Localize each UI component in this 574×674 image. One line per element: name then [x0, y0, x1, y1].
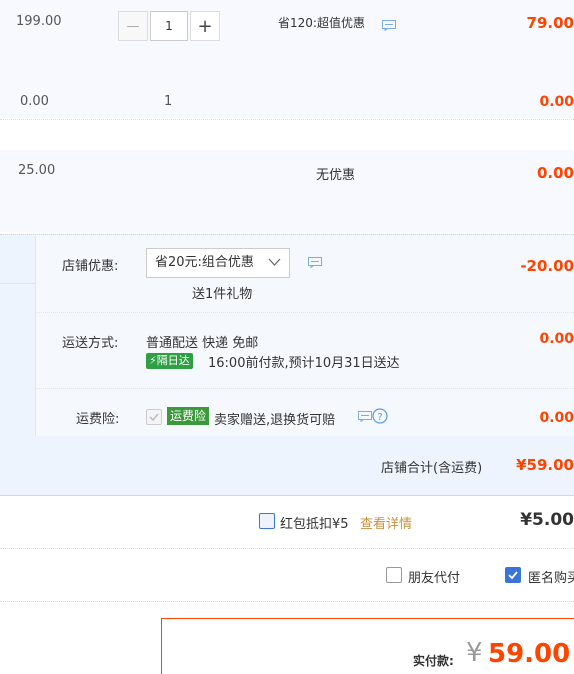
divider	[0, 601, 574, 602]
chat-icon[interactable]	[358, 411, 372, 422]
next-day-tag: ⚡隔日达	[146, 353, 193, 369]
item-amount: 79.00	[526, 14, 574, 32]
quantity-stepper[interactable]: — 1 +	[118, 11, 220, 41]
shop-total-label: 店铺合计(含运费)	[381, 461, 483, 476]
divider	[0, 548, 574, 549]
insurance-checkbox[interactable]	[146, 409, 162, 425]
item-price: 25.00	[18, 163, 56, 178]
shop-discount-label: 店铺优惠:	[62, 259, 119, 274]
friend-pay-checkbox[interactable]	[386, 567, 402, 583]
payment-currency: ¥	[466, 638, 483, 668]
red-packet-amount: ¥5.00	[520, 510, 574, 530]
shop-discount-select[interactable]: 省20元:组合优惠	[146, 248, 290, 278]
chevron-down-icon	[268, 258, 281, 266]
shop-discount-value: 省20元:组合优惠	[155, 255, 254, 270]
divider	[35, 388, 574, 389]
chat-icon[interactable]	[382, 20, 396, 31]
item-price: 0.00	[20, 94, 49, 109]
anonymous-label: 匿名购买	[528, 571, 574, 586]
shipping-amount: 0.00	[539, 331, 574, 347]
insurance-amount: 0.00	[539, 410, 574, 426]
shop-discount-amount: -20.00	[520, 257, 574, 275]
friend-pay-label: 朋友代付	[408, 571, 461, 586]
lightning-icon: ⚡	[149, 354, 157, 367]
insurance-text: 卖家赠送,退换货可赔	[214, 413, 336, 428]
quantity-input[interactable]: 1	[150, 11, 188, 41]
shipping-method: 普通配送 快递 免邮	[146, 336, 259, 351]
svg-text:?: ?	[377, 412, 382, 423]
chat-icon[interactable]	[308, 257, 322, 268]
minus-button[interactable]: —	[118, 11, 148, 41]
next-day-badge: ⚡隔日达	[146, 353, 193, 369]
shipping-label: 运送方式:	[62, 336, 119, 351]
gift-text: 送1件礼物	[192, 287, 253, 302]
check-icon	[149, 413, 159, 422]
delivery-note: 16:00前付款,预计10月31日送达	[208, 356, 400, 371]
divider	[35, 312, 574, 313]
item-row-3	[0, 150, 574, 232]
item-promo: 无优惠	[316, 168, 356, 183]
anonymous-checkbox[interactable]	[505, 567, 521, 583]
payment-amount: 59.00	[488, 639, 571, 669]
item-amount: 0.00	[539, 94, 574, 110]
red-packet-checkbox[interactable]	[259, 513, 275, 529]
shop-total-amount: ¥59.00	[516, 456, 574, 474]
insurance-tag: 运费险	[167, 407, 210, 425]
check-icon	[508, 571, 518, 580]
help-icon[interactable]: ?	[372, 408, 388, 424]
plus-button[interactable]: +	[190, 11, 220, 41]
item-amount: 0.00	[536, 164, 574, 182]
payment-label: 实付款:	[413, 654, 454, 668]
item-qty: 1	[164, 94, 173, 109]
divider	[0, 119, 574, 120]
left-divider	[0, 283, 35, 284]
red-packet-label: 红包抵扣¥5	[280, 517, 349, 532]
item-price: 199.00	[16, 14, 62, 29]
insurance-label: 运费险:	[76, 412, 120, 427]
red-packet-details-link[interactable]: 查看详情	[360, 513, 412, 532]
item-promo: 省120:超值优惠	[278, 16, 365, 30]
